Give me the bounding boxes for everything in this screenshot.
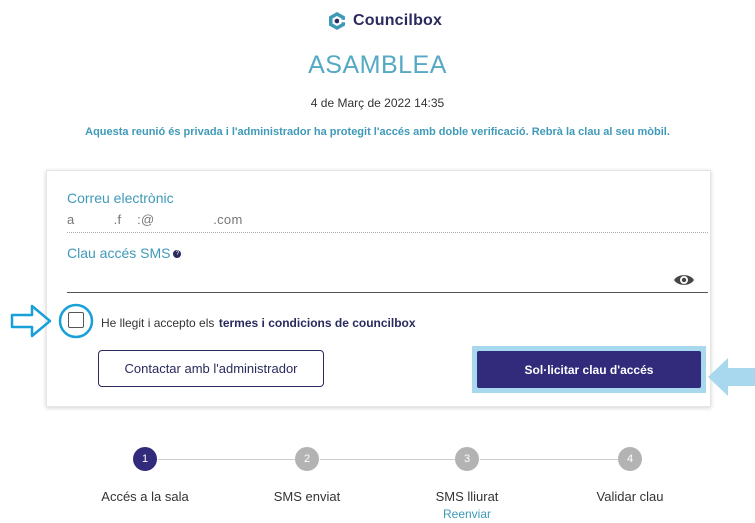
email-label: Correu electrònic — [67, 190, 174, 206]
step-2-label: SMS enviat — [273, 489, 341, 504]
arrow-left-icon — [708, 358, 755, 396]
annotation-arrow-button — [708, 358, 755, 396]
step-4-indicator: 4 — [618, 447, 642, 471]
sms-code-label: Clau accés SMS? — [67, 245, 182, 261]
meeting-title: ASAMBLEA — [308, 51, 447, 79]
eye-icon[interactable] — [673, 272, 695, 288]
step-1-indicator: 1 — [133, 447, 157, 471]
contact-admin-button[interactable]: Contactar amb l'administrador — [98, 350, 324, 387]
privacy-notice: Aquesta reunió és privada i l'administra… — [85, 126, 670, 138]
step-connector — [158, 459, 295, 460]
outline-arrow-right-icon — [10, 304, 52, 338]
meeting-date: 4 de Març de 2022 14:35 — [310, 96, 445, 110]
step-connector — [320, 459, 455, 460]
terms-text: He llegit i accepto els — [101, 316, 215, 330]
councilbox-logo-icon — [329, 12, 346, 30]
step-2-indicator: 2 — [295, 447, 319, 471]
brand-name: Councilbox — [353, 12, 443, 29]
councilbox-logo: Councilbox — [327, 8, 442, 34]
info-icon[interactable]: ? — [173, 250, 182, 259]
step-3-label: SMS lliurat — [435, 489, 499, 504]
resend-link[interactable]: Reenviar — [427, 507, 507, 521]
step-4-label: Validar clau — [596, 489, 664, 504]
step-1-label: Accés a la sala — [101, 489, 189, 504]
request-access-key-button[interactable]: Sol·licitar clau d'accés — [477, 351, 701, 388]
sms-code-field[interactable] — [67, 268, 708, 293]
step-connector — [480, 459, 618, 460]
annotation-arrow-checkbox — [10, 303, 94, 339]
terms-link[interactable]: termes i condicions de councilbox — [219, 316, 416, 330]
sms-code-label-text: Clau accés SMS — [67, 245, 171, 261]
step-3-indicator: 3 — [455, 447, 479, 471]
terms-row: He llegit i accepto els termes i condici… — [101, 314, 416, 332]
highlight-circle — [58, 303, 94, 339]
email-field[interactable]: a .f :@ .com — [67, 212, 708, 233]
